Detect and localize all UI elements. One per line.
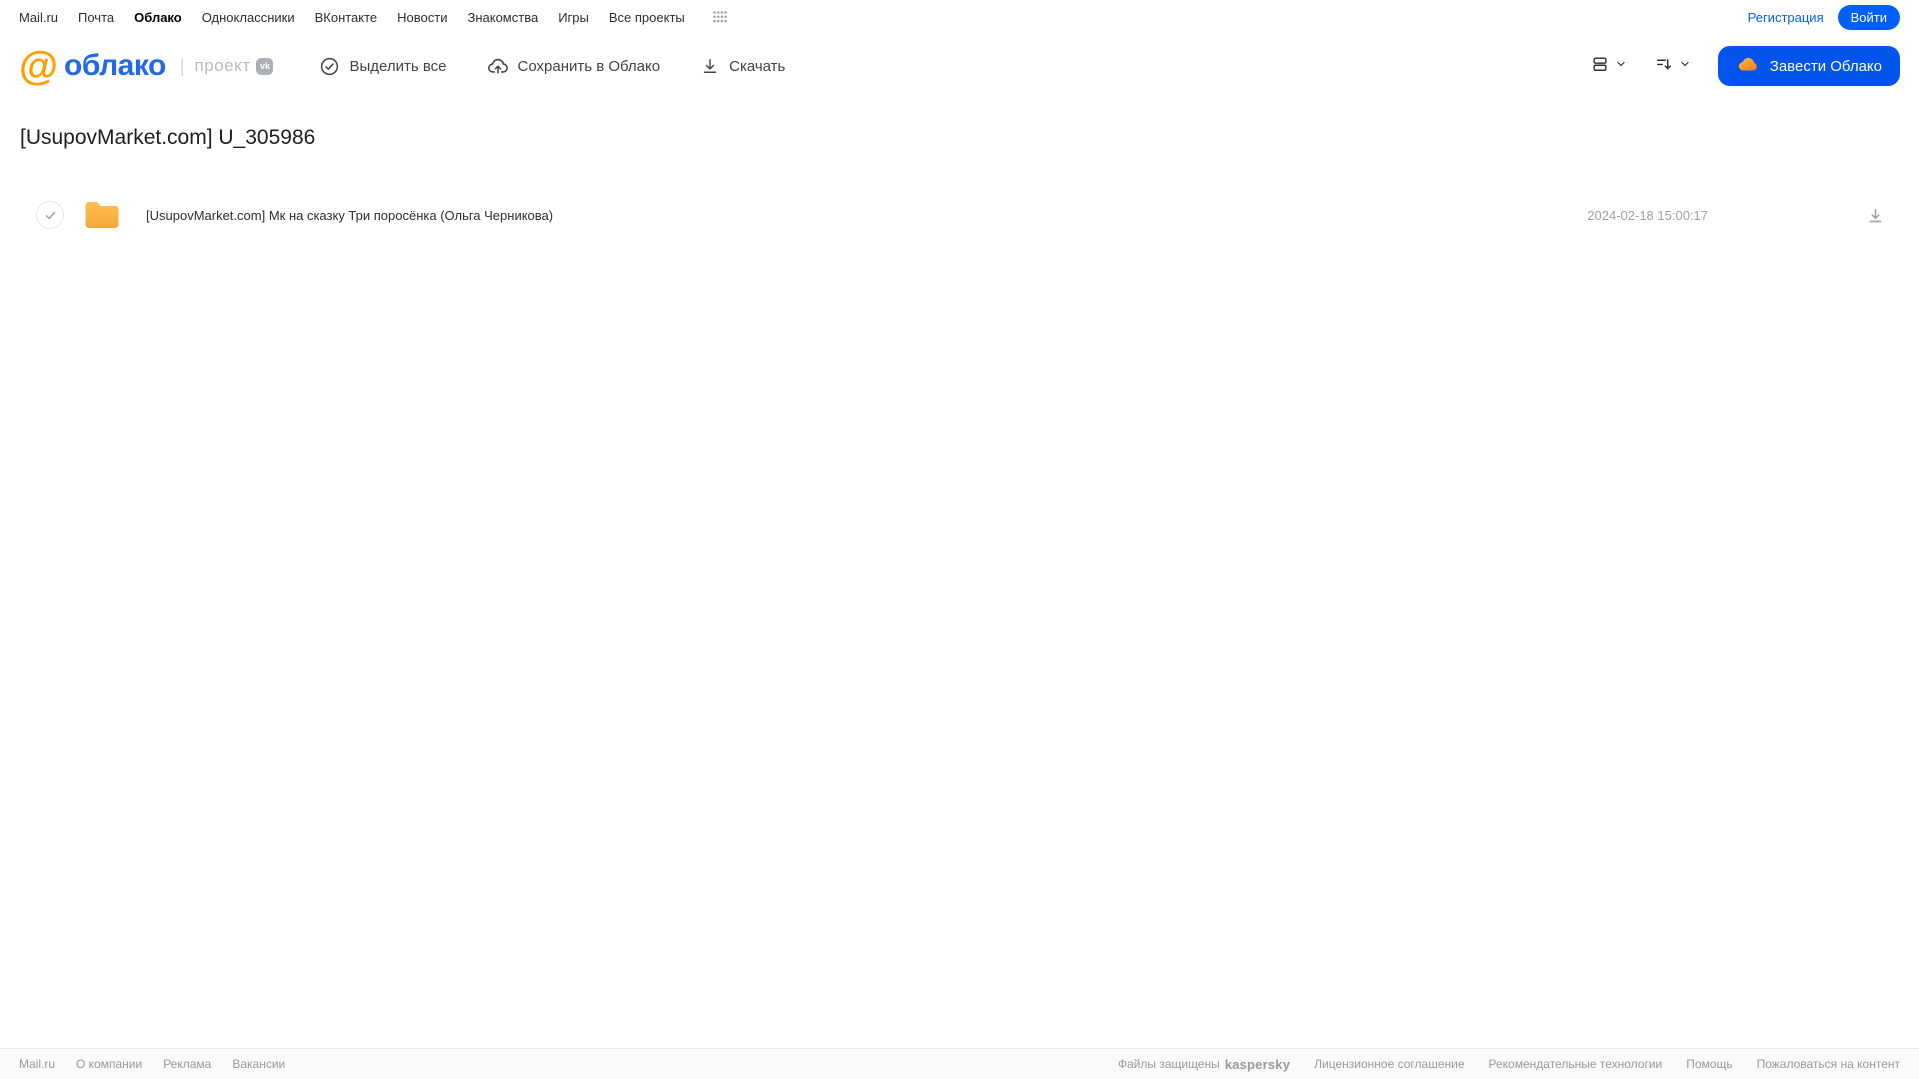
topnav-item-oblako[interactable]: Облако bbox=[134, 10, 182, 25]
logo-divider: | bbox=[179, 55, 185, 76]
page-footer: Mail.ru О компании Реклама Вакансии Файл… bbox=[0, 1048, 1919, 1079]
page-title: [UsupovMarket.com] U_305986 bbox=[20, 126, 316, 149]
login-button[interactable]: Войти bbox=[1837, 4, 1900, 30]
chevron-down-icon bbox=[1679, 57, 1691, 75]
mailru-at-icon: @ bbox=[19, 44, 59, 88]
footer-link-help[interactable]: Помощь bbox=[1686, 1057, 1732, 1071]
view-mode-toggle[interactable] bbox=[1590, 54, 1627, 79]
folder-icon[interactable] bbox=[84, 200, 120, 230]
sort-icon bbox=[1654, 54, 1674, 79]
get-cloud-button[interactable]: Завести Облако bbox=[1717, 46, 1900, 86]
file-datetime: 2024-02-18 15:00:17 bbox=[1587, 207, 1708, 223]
kaspersky-link[interactable]: kaspersky bbox=[1225, 1057, 1290, 1072]
topnav-item-mailru[interactable]: Mail.ru bbox=[19, 10, 58, 25]
apps-grid-icon[interactable] bbox=[712, 11, 727, 23]
footer-link-report-content[interactable]: Пожаловаться на контент bbox=[1757, 1057, 1900, 1071]
topnav-item-igry[interactable]: Игры bbox=[558, 10, 589, 25]
topnav-item-vse-proekty[interactable]: Все проекты bbox=[609, 10, 685, 25]
select-all-label: Выделить все bbox=[349, 57, 447, 75]
file-row[interactable]: [UsupovMarket.com] Мк на сказку Три поро… bbox=[0, 194, 1919, 236]
cloud-header: @ облако | проект vk Выделить все Сохран… bbox=[0, 34, 1919, 98]
row-checkbox[interactable] bbox=[36, 201, 64, 229]
topnav-item-znakomstva[interactable]: Знакомства bbox=[467, 10, 538, 25]
footer-link-recommendation-tech[interactable]: Рекомендательные технологии bbox=[1489, 1057, 1663, 1071]
protected-label: Файлы защищены bbox=[1117, 1057, 1220, 1071]
cloud-logo[interactable]: @ облако | проект vk bbox=[19, 44, 274, 88]
file-toolbar: Выделить все Сохранить в Облако Скачать bbox=[319, 55, 785, 77]
footer-link-ads[interactable]: Реклама bbox=[163, 1057, 211, 1071]
footer-left-links: Mail.ru О компании Реклама Вакансии bbox=[19, 1057, 285, 1071]
registration-link[interactable]: Регистрация bbox=[1748, 10, 1824, 25]
select-all-icon bbox=[319, 56, 340, 77]
check-icon bbox=[45, 211, 55, 219]
chevron-down-icon bbox=[1615, 57, 1627, 75]
download-label: Скачать bbox=[729, 57, 786, 75]
save-to-cloud-label: Сохранить в Облако bbox=[517, 57, 661, 75]
kaspersky-protection: Файлы защищены kaspersky bbox=[1118, 1057, 1290, 1072]
footer-link-jobs[interactable]: Вакансии bbox=[232, 1057, 285, 1071]
view-mode-icon bbox=[1590, 54, 1610, 79]
topnav-auth: Регистрация Войти bbox=[1748, 4, 1900, 30]
footer-link-mailru[interactable]: Mail.ru bbox=[19, 1057, 55, 1071]
cloud-logo-icon bbox=[1736, 52, 1760, 80]
row-download-icon[interactable] bbox=[1866, 206, 1885, 225]
footer-link-license[interactable]: Лицензионное соглашение bbox=[1314, 1057, 1464, 1071]
save-to-cloud-button[interactable]: Сохранить в Облако bbox=[487, 55, 661, 77]
topnav-item-pochta[interactable]: Почта bbox=[78, 10, 114, 25]
download-icon bbox=[700, 56, 720, 76]
logo-wordmark: облако bbox=[64, 49, 166, 82]
footer-link-about[interactable]: О компании bbox=[76, 1057, 142, 1071]
download-button[interactable]: Скачать bbox=[700, 56, 785, 76]
save-to-cloud-icon bbox=[487, 55, 509, 77]
vk-badge-icon: vk bbox=[256, 57, 274, 75]
content-area: [UsupovMarket.com] U_305986 [UsupovMarke… bbox=[0, 98, 1919, 1048]
topnav-item-odnoklassniki[interactable]: Одноклассники bbox=[202, 10, 295, 25]
header-right-tools: Завести Облако bbox=[1590, 46, 1900, 86]
portal-links: Mail.ru Почта Облако Одноклассники ВКонт… bbox=[19, 10, 727, 25]
select-all-button[interactable]: Выделить все bbox=[319, 56, 447, 77]
file-name-link[interactable]: [UsupovMarket.com] Мк на сказку Три поро… bbox=[146, 208, 1587, 223]
cloud-public-page: Mail.ru Почта Облако Одноклассники ВКонт… bbox=[0, 0, 1919, 1079]
portal-topnav: Mail.ru Почта Облако Одноклассники ВКонт… bbox=[0, 0, 1919, 34]
sort-toggle[interactable] bbox=[1654, 54, 1691, 79]
topnav-item-novosti[interactable]: Новости bbox=[397, 10, 447, 25]
get-cloud-label: Завести Облако bbox=[1769, 57, 1882, 75]
project-label: проект bbox=[194, 56, 251, 75]
topnav-item-vkontakte[interactable]: ВКонтакте bbox=[315, 10, 378, 25]
footer-right-links: Файлы защищены kaspersky Лицензионное со… bbox=[1118, 1057, 1900, 1072]
